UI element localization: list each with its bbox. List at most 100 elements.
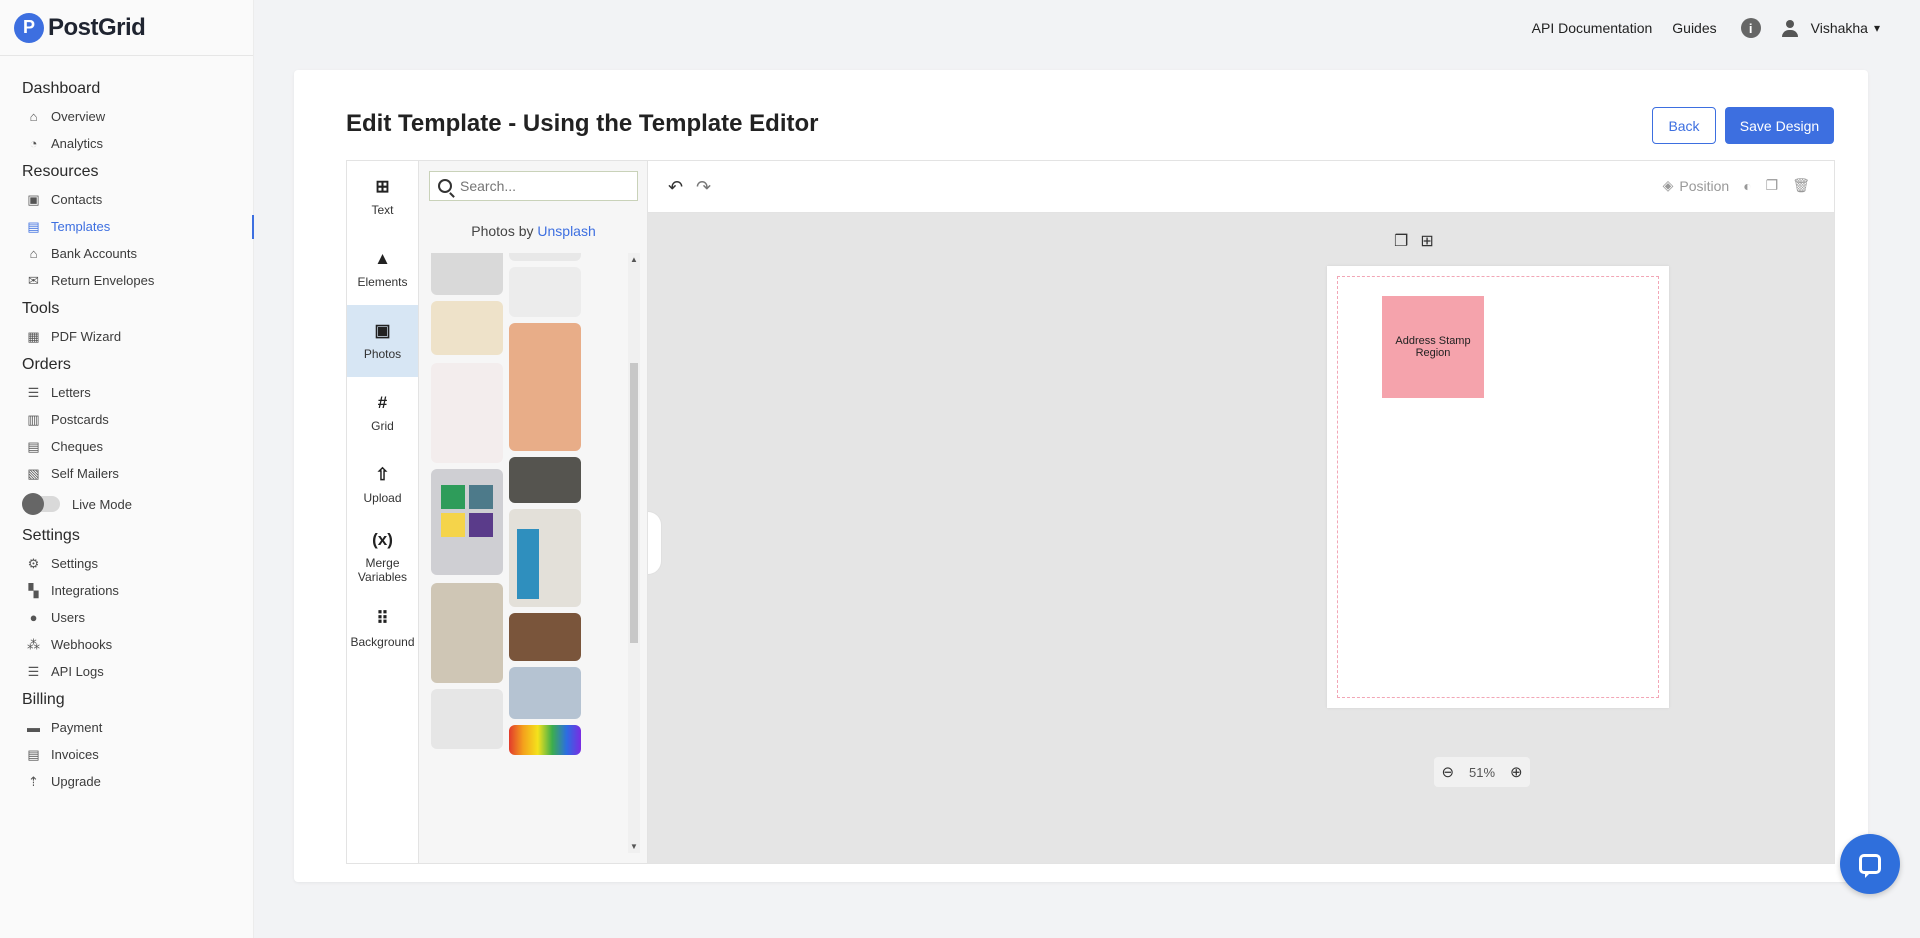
- photo-search: [429, 171, 638, 201]
- api-documentation-link[interactable]: API Documentation: [1532, 20, 1653, 36]
- photo-thumbnail[interactable]: [431, 253, 503, 295]
- tool-label: Elements: [357, 275, 408, 289]
- photo-thumbnail[interactable]: [431, 301, 503, 355]
- sidebar-item-postcards[interactable]: ▥ Postcards: [0, 406, 253, 433]
- live-mode-toggle[interactable]: [22, 493, 60, 515]
- sidebar-item-upgrade[interactable]: ⇡ Upgrade: [0, 768, 253, 795]
- photo-grid-scrollbar[interactable]: ▲ ▼: [628, 253, 640, 853]
- photo-thumbnail[interactable]: [431, 583, 503, 683]
- position-button[interactable]: Position: [1679, 178, 1729, 194]
- tool-merge-variables[interactable]: (x) Merge Variables: [347, 521, 418, 593]
- tool-photos[interactable]: ▣ Photos: [347, 305, 418, 377]
- sidebar-item-integrations[interactable]: ▚ Integrations: [0, 577, 253, 604]
- zoom-in-icon[interactable]: ⊕: [1510, 763, 1523, 781]
- sidebar-item-label: Invoices: [51, 747, 99, 762]
- tool-background[interactable]: ⠿ Background: [347, 593, 418, 665]
- search-input[interactable]: [460, 178, 620, 194]
- add-page-icon[interactable]: ⊞: [1420, 231, 1433, 251]
- photo-thumbnail[interactable]: [509, 725, 581, 755]
- api-logs-icon: ☰: [27, 663, 40, 679]
- photo-thumbnail[interactable]: [431, 363, 503, 463]
- section-tools: Tools: [22, 300, 60, 317]
- photo-thumbnail[interactable]: [509, 613, 581, 661]
- user-avatar-icon: [1781, 19, 1799, 37]
- canvas-toolbar: ↶ ↷ ◈ Position ◐ ❐ 🗑: [648, 161, 1834, 213]
- scrollbar-thumb[interactable]: [630, 363, 638, 643]
- duplicate-icon[interactable]: ❐: [1766, 177, 1779, 194]
- tool-elements[interactable]: ▲ Elements: [347, 233, 418, 305]
- search-icon: [438, 179, 452, 193]
- scroll-up-icon[interactable]: ▲: [630, 255, 638, 264]
- address-stamp-region[interactable]: Address Stamp Region: [1382, 296, 1484, 398]
- photo-thumbnail[interactable]: [509, 509, 581, 607]
- trash-icon[interactable]: 🗑: [1792, 177, 1810, 194]
- sidebar-item-templates[interactable]: ▤ Templates: [0, 213, 254, 240]
- unsplash-link[interactable]: Unsplash: [537, 223, 595, 239]
- integrations-icon: ▚: [28, 582, 39, 598]
- sidebar-item-label: Bank Accounts: [51, 246, 137, 261]
- user-icon: ●: [29, 610, 38, 625]
- photo-thumbnail[interactable]: [431, 469, 503, 575]
- sidebar-item-payment[interactable]: ▬ Payment: [0, 714, 253, 741]
- photo-thumbnail[interactable]: [431, 689, 503, 749]
- save-design-button[interactable]: Save Design: [1725, 107, 1834, 144]
- info-icon[interactable]: i: [1740, 18, 1761, 38]
- sidebar-item-bank-accounts[interactable]: ⌂ Bank Accounts: [0, 240, 253, 267]
- sidebar-item-label: Contacts: [51, 192, 103, 207]
- photos-by-label: Photos by: [471, 223, 538, 239]
- sidebar-item-invoices[interactable]: ▤ Invoices: [0, 741, 253, 768]
- photo-thumbnail[interactable]: [509, 457, 581, 503]
- sidebar-item-label: Settings: [51, 556, 98, 571]
- templates-icon: ▤: [27, 218, 40, 234]
- bank-icon: ⌂: [29, 246, 38, 261]
- logo[interactable]: P PostGrid: [0, 0, 253, 56]
- user-menu[interactable]: Vishakha: [1811, 20, 1868, 36]
- tool-label-2: Variables: [357, 570, 408, 584]
- tool-panel: ⊞ Text ▲ Elements ▣ Photos # Grid ⇧ Upload (x…: [347, 161, 419, 863]
- layers-icon[interactable]: ◈: [1663, 177, 1674, 194]
- sidebar-item-contacts[interactable]: ▣ Contacts: [0, 186, 253, 213]
- sidebar-nav: Dashboard ⌂ Overview ◔ Analytics Resources…: [0, 56, 254, 795]
- chat-launcher-button[interactable]: [1840, 834, 1900, 894]
- sidebar-item-cheques[interactable]: ▤ Cheques: [0, 433, 253, 460]
- gear-icon: ⚙: [27, 555, 40, 571]
- redo-icon[interactable]: ↷: [696, 177, 711, 198]
- sidebar-item-label: PDF Wizard: [51, 329, 122, 344]
- tool-grid[interactable]: # Grid: [347, 377, 418, 449]
- sidebar-item-label: Integrations: [51, 583, 119, 598]
- sidebar-item-label: Cheques: [51, 439, 104, 454]
- sidebar-item-analytics[interactable]: ◔ Analytics: [0, 130, 253, 157]
- photo-thumbnail[interactable]: [509, 267, 581, 317]
- template-page[interactable]: Address Stamp Region: [1327, 266, 1669, 708]
- scroll-down-icon[interactable]: ▼: [630, 842, 638, 851]
- photo-thumbnail[interactable]: [509, 323, 581, 451]
- zoom-level: 51%: [1468, 764, 1496, 780]
- photo-thumbnail[interactable]: [509, 253, 581, 261]
- sidebar-item-users[interactable]: ● Users: [0, 604, 253, 631]
- guides-link[interactable]: Guides: [1672, 20, 1716, 36]
- sidebar-item-pdf-wizard[interactable]: ▦ PDF Wizard: [0, 323, 253, 350]
- sidebar-item-return-envelopes[interactable]: ✉ Return Envelopes: [0, 267, 253, 294]
- back-button[interactable]: Back: [1652, 107, 1716, 144]
- zoom-out-icon[interactable]: ⊖: [1441, 763, 1454, 781]
- sidebar-item-self-mailers[interactable]: ▧ Self Mailers: [0, 460, 253, 487]
- undo-icon[interactable]: ↶: [668, 177, 683, 198]
- sidebar-item-api-logs[interactable]: ☰ API Logs: [0, 658, 253, 685]
- collapse-panel-handle[interactable]: [648, 511, 662, 575]
- tool-text[interactable]: ⊞ Text: [347, 161, 418, 233]
- self-mailers-icon: ▧: [27, 465, 40, 481]
- pdf-icon: ▦: [27, 328, 40, 344]
- sidebar-item-webhooks[interactable]: ⁂ Webhooks: [0, 631, 253, 658]
- envelope-icon: ✉: [28, 272, 39, 288]
- tool-upload[interactable]: ⇧ Upload: [347, 449, 418, 521]
- sidebar-item-label: Letters: [51, 385, 91, 400]
- photo-thumbnail[interactable]: [509, 667, 581, 719]
- duplicate-page-icon[interactable]: ❐: [1394, 231, 1408, 251]
- photo-collage-tile: [469, 513, 493, 537]
- sidebar-item-letters[interactable]: ☰ Letters: [0, 379, 253, 406]
- sidebar-item-overview[interactable]: ⌂ Overview: [0, 103, 253, 130]
- opacity-icon[interactable]: ◐: [1743, 178, 1751, 194]
- home-icon: ⌂: [29, 109, 38, 124]
- chevron-down-icon[interactable]: ▾: [1874, 21, 1880, 35]
- sidebar-item-settings[interactable]: ⚙ Settings: [0, 550, 253, 577]
